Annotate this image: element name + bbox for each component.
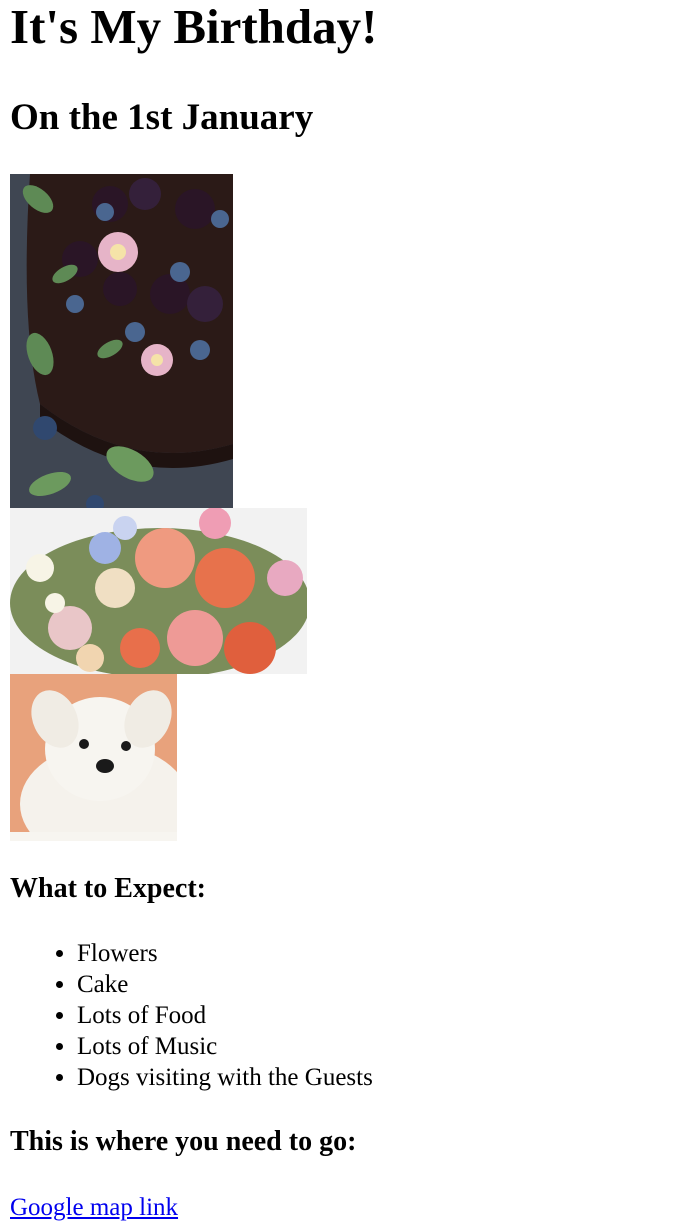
google-map-link[interactable]: Google map link <box>10 1192 178 1223</box>
page-subtitle: On the 1st January <box>10 97 314 138</box>
flowers-image <box>10 508 307 674</box>
location-heading: This is where you need to go: <box>10 1126 357 1157</box>
expect-list: Flowers Cake Lots of Food Lots of Music … <box>10 938 373 1093</box>
list-item: Cake <box>77 969 373 1000</box>
puppy-image <box>10 674 177 841</box>
list-item: Lots of Food <box>77 1000 373 1031</box>
cake-image <box>10 174 233 508</box>
page-title: It's My Birthday! <box>10 0 378 54</box>
list-item: Flowers <box>77 938 373 969</box>
list-item: Dogs visiting with the Guests <box>77 1062 373 1093</box>
list-item: Lots of Music <box>77 1031 373 1062</box>
expect-heading: What to Expect: <box>10 873 206 904</box>
